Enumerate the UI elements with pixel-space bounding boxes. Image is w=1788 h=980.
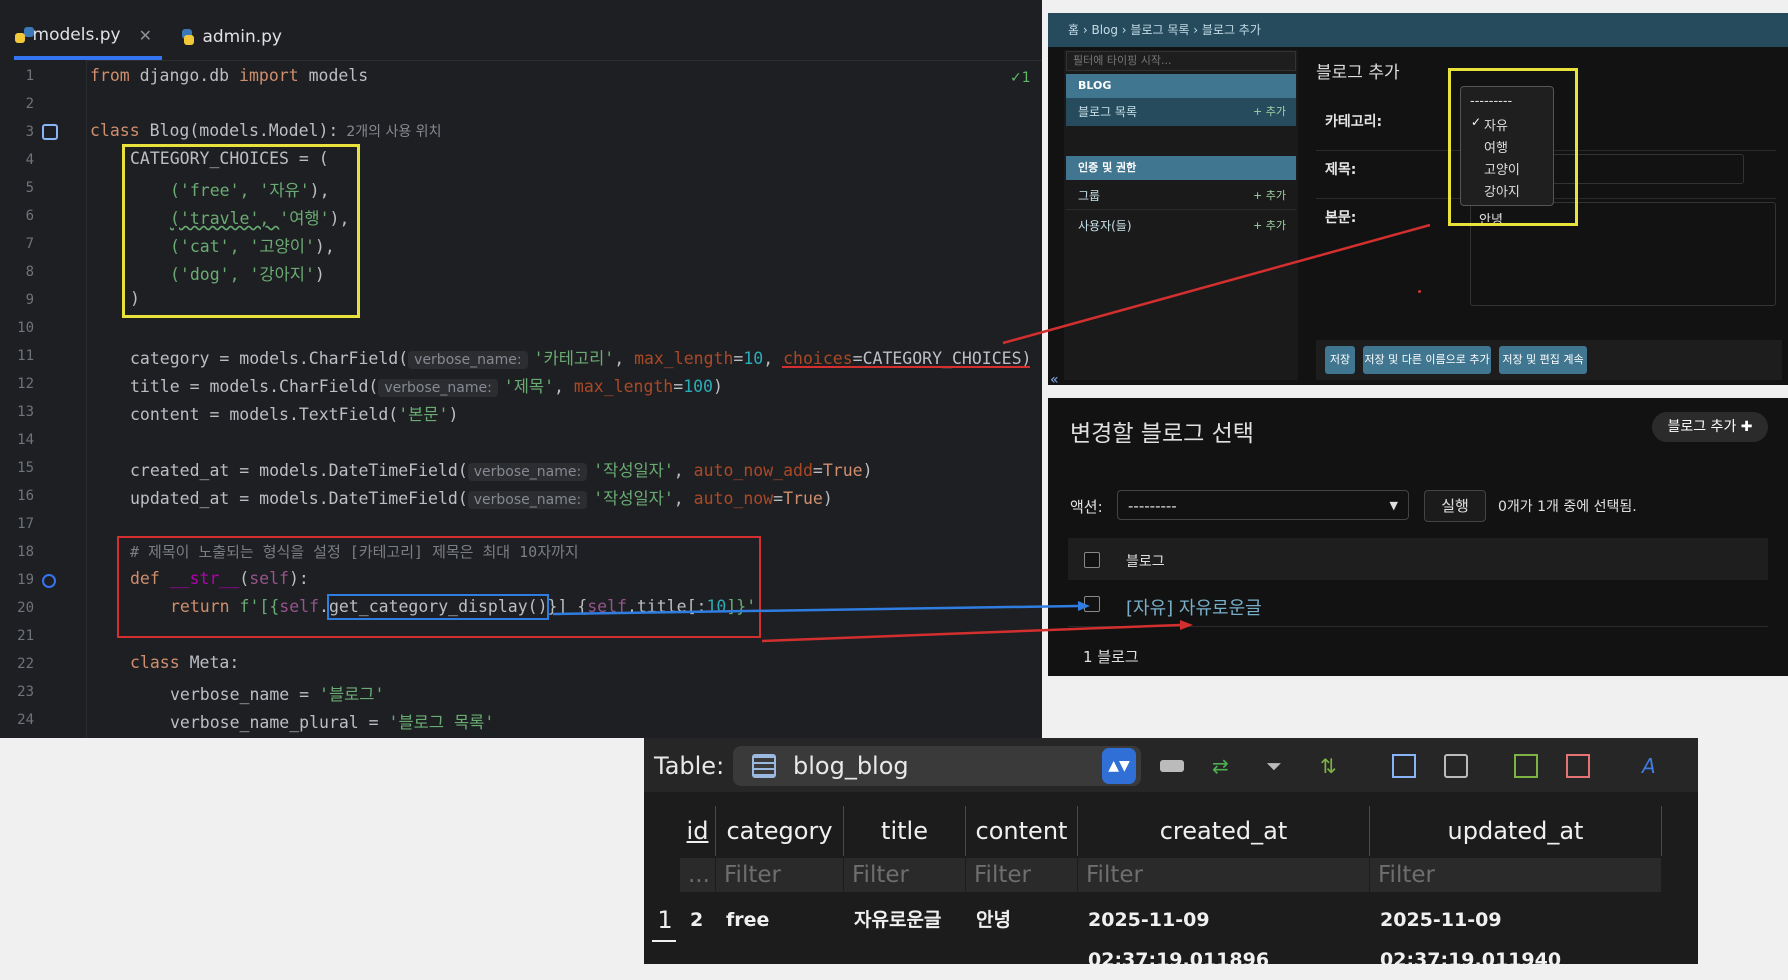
annotation-arrows bbox=[552, 223, 1431, 643]
red-arrow-to-row bbox=[761, 623, 1181, 643]
blue-arrowhead bbox=[1078, 601, 1090, 611]
red-arrowhead bbox=[1180, 620, 1193, 630]
blue-arrow-to-row bbox=[552, 604, 1079, 616]
red-arrow-to-dropdown bbox=[1002, 223, 1431, 345]
